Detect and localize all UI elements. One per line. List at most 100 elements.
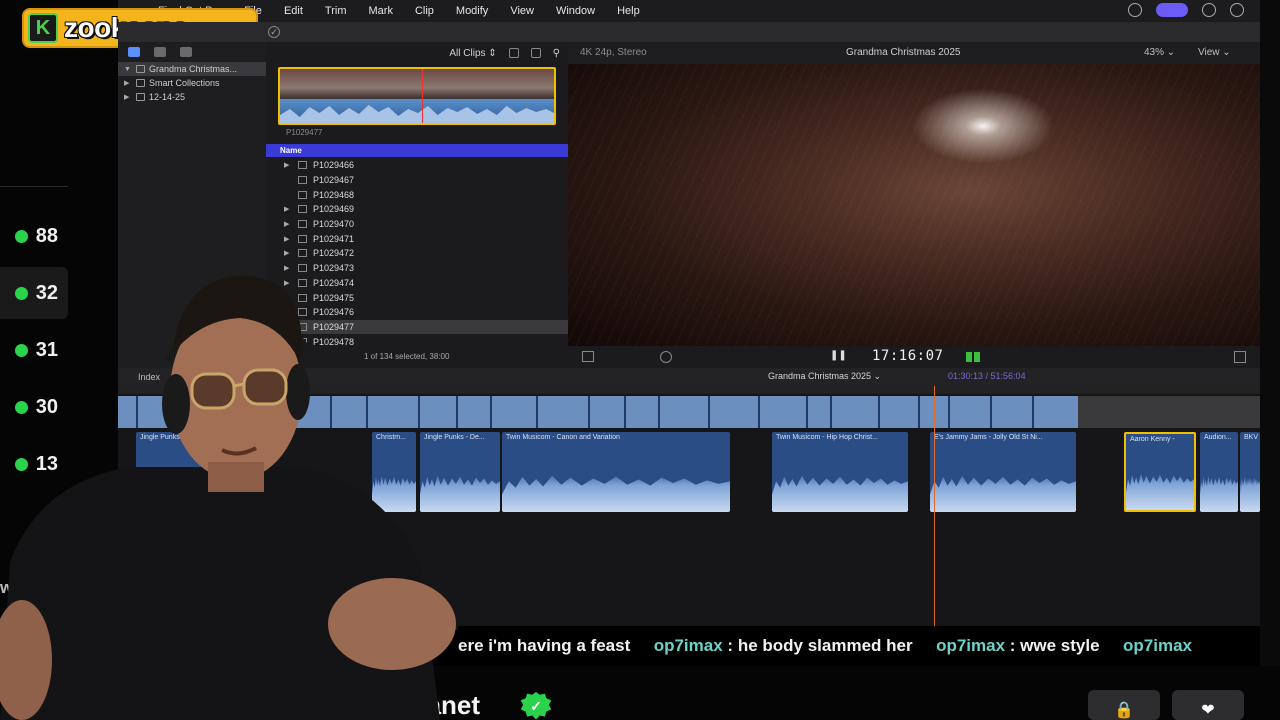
audio-clip[interactable]: Audion... <box>1200 432 1238 512</box>
transport-bar: ❚❚ 17:16:07 <box>568 346 1260 368</box>
search-icon[interactable]: ⚲ <box>553 48 560 59</box>
skimmer-line <box>422 69 423 123</box>
clip-row[interactable]: ▶ P1029470 <box>266 217 568 232</box>
audio-waveform <box>280 105 554 123</box>
timeline-duration: 01:30:13 / 51:56:04 <box>948 371 1026 381</box>
disclosure-closed-icon[interactable]: ▶ <box>284 161 292 169</box>
clip-filmstrip[interactable] <box>278 67 556 125</box>
audio-clip[interactable]: BKV <box>1240 432 1260 512</box>
disclosure-closed-icon[interactable]: ▶ <box>284 220 292 228</box>
clip-row[interactable]: P1029467 <box>266 173 568 188</box>
status-icons <box>1128 3 1244 17</box>
menu-help[interactable]: Help <box>617 5 640 17</box>
zoom-dropdown[interactable]: 43% ⌄ <box>1144 47 1175 58</box>
library-toolbar <box>118 42 266 62</box>
checkmark-icon[interactable]: ✓ <box>268 26 280 38</box>
disclosure-open-icon[interactable]: ▼ <box>124 66 132 73</box>
follow-heart-button[interactable]: ❤ <box>1172 690 1244 720</box>
online-dot-icon <box>14 229 28 243</box>
clip-row[interactable]: ▶ P1029469 <box>266 202 568 217</box>
pause-icon[interactable]: ❚❚ <box>830 350 847 361</box>
clip-name: P1029468 <box>313 189 355 200</box>
audio-clip-selected[interactable]: Aaron Kenny - <box>1124 432 1196 512</box>
clip-row[interactable]: ▶ P1029471 <box>266 231 568 246</box>
video-viewer[interactable] <box>568 64 1260 346</box>
sidebar-divider <box>0 186 68 187</box>
clip-icon <box>298 161 307 170</box>
fcp-toolbar: ✓ <box>118 22 1260 42</box>
photos-icon[interactable] <box>154 47 166 57</box>
disclosure-closed-icon[interactable]: ▶ <box>124 79 132 87</box>
clip-filter-dropdown[interactable]: All Clips ⇕ <box>449 48 496 59</box>
subscribe-lock-button[interactable]: 🔒 <box>1088 690 1160 720</box>
menu-modify[interactable]: Modify <box>456 5 488 17</box>
audio-waveform <box>930 475 1076 512</box>
name-column-header[interactable]: Name <box>266 144 568 157</box>
heart-icon: ❤ <box>1201 702 1215 719</box>
titles-icon[interactable] <box>180 47 192 57</box>
fullscreen-icon[interactable] <box>1234 351 1246 363</box>
list-view-icon[interactable] <box>530 48 541 58</box>
audio-clip-label: Twin Musicom - Canon and Variation <box>506 434 620 441</box>
view-dropdown[interactable]: View ⌄ <box>1198 47 1231 58</box>
disclosure-closed-icon[interactable]: ▶ <box>124 93 132 101</box>
storyline-clip-edge <box>806 396 808 428</box>
menu-edit[interactable]: Edit <box>284 5 303 17</box>
menu-view[interactable]: View <box>510 5 534 17</box>
display-icon[interactable] <box>1202 3 1216 17</box>
libraries-icon[interactable] <box>128 47 140 57</box>
storyline-gap <box>1078 396 1260 428</box>
chat-username: op7imax <box>653 636 723 655</box>
audio-clip[interactable]: Twin Musicom - Canon and Variation <box>502 432 730 512</box>
disclosure-closed-icon[interactable]: ▶ <box>284 235 292 243</box>
menu-window[interactable]: Window <box>556 5 595 17</box>
filmstrip-view-icon[interactable] <box>508 48 519 58</box>
storyline-clip-edge <box>918 396 920 428</box>
siri-icon[interactable] <box>1230 3 1244 17</box>
clip-row[interactable]: P1029468 <box>266 187 568 202</box>
clip-icon <box>298 190 307 199</box>
library-label: Grandma Christmas... <box>149 64 238 74</box>
playhead[interactable] <box>934 386 935 630</box>
chat-message: wwe style <box>1020 636 1100 655</box>
timecode-display: 17:16:07 <box>872 348 944 364</box>
audio-clip[interactable]: Twin Musicom - Hip Hop Christ... <box>772 432 908 512</box>
clip-name: P1029471 <box>313 233 355 244</box>
storyline-clip-edge <box>624 396 626 428</box>
viewer-header: 4K 24p, Stereo Grandma Christmas 2025 43… <box>568 42 1260 64</box>
storyline-clip-edge <box>990 396 992 428</box>
audio-clip[interactable]: E's Jammy Jams - Jolly Old St Ni... <box>930 432 1076 512</box>
menu-trim[interactable]: Trim <box>325 5 347 17</box>
library-item[interactable]: ▶ 12-14-25 <box>118 90 266 104</box>
control-center-icon[interactable] <box>1128 3 1142 17</box>
speed-icon[interactable] <box>660 351 672 363</box>
library-item[interactable]: ▼ Grandma Christmas... <box>118 62 266 76</box>
clip-row[interactable]: ▶ P1029472 <box>266 246 568 261</box>
timeline-project-dropdown[interactable]: Grandma Christmas 2025 ⌄ <box>768 371 881 382</box>
library-item[interactable]: ▶ Smart Collections <box>118 76 266 90</box>
recording-indicator-icon[interactable] <box>1156 3 1188 17</box>
storyline-clip-edge <box>490 396 492 428</box>
clip-row[interactable]: ▶ P1029466 <box>266 158 568 173</box>
video-frame-texture <box>568 64 1260 346</box>
disclosure-closed-icon[interactable]: ▶ <box>284 249 292 257</box>
transform-icon[interactable] <box>582 351 594 362</box>
clip-icon <box>298 234 307 243</box>
clip-icon <box>298 176 307 185</box>
audio-waveform <box>1240 475 1260 512</box>
audio-meter-icon <box>966 352 980 362</box>
filmstrip-clip-name: P1029477 <box>286 128 323 137</box>
chat-message: he body slammed her <box>737 636 913 655</box>
storyline-clip-edge <box>878 396 880 428</box>
audio-clip-label: E's Jammy Jams - Jolly Old St Ni... <box>934 434 1043 441</box>
disclosure-closed-icon[interactable]: ▶ <box>284 205 292 213</box>
menu-clip[interactable]: Clip <box>415 5 434 17</box>
event-icon <box>136 93 145 101</box>
clip-name: P1029466 <box>313 160 355 171</box>
clip-icon <box>298 220 307 229</box>
audio-clip-label: Twin Musicom - Hip Hop Christ... <box>776 434 878 441</box>
storyline-clip-edge <box>658 396 660 428</box>
video-format: 4K 24p, Stereo <box>580 47 647 58</box>
viewer-count-row[interactable]: 88 <box>0 210 68 262</box>
menu-mark[interactable]: Mark <box>369 5 393 17</box>
